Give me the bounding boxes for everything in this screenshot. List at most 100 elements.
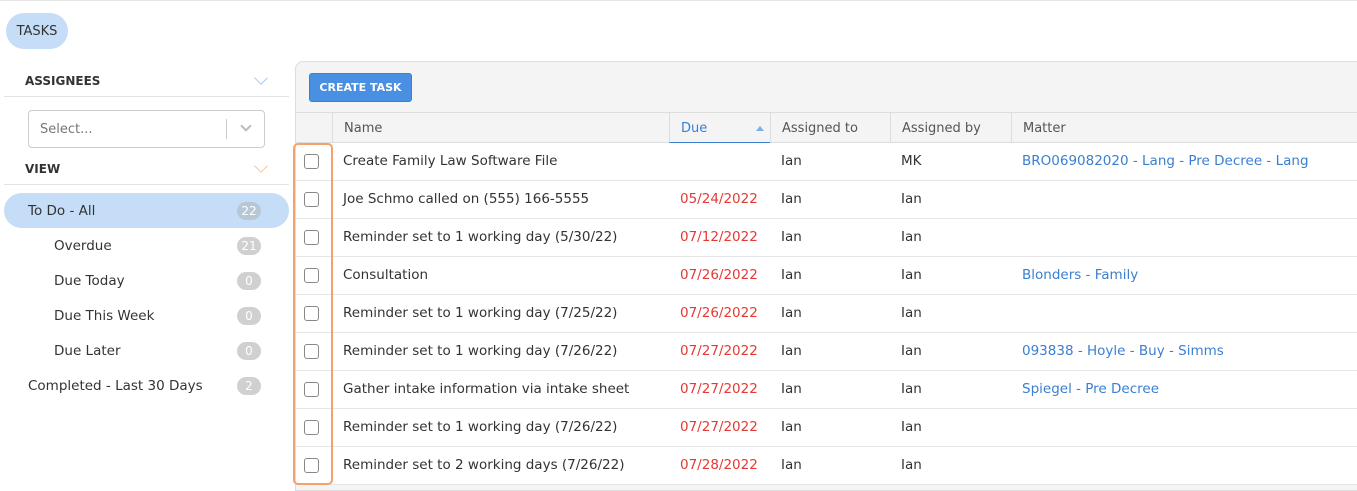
create-task-button[interactable]: CREATE TASK [309, 73, 412, 102]
matter-link[interactable] [1011, 409, 1022, 446]
assigned-to: Ian [781, 267, 802, 283]
chevron-down-icon[interactable] [240, 120, 252, 132]
assigned-to: Ian [781, 343, 802, 359]
assignees-title: ASSIGNEES [25, 74, 101, 88]
assignees-select-placeholder: Select... [40, 122, 93, 137]
assigned-by: Ian [901, 381, 922, 397]
view-item[interactable]: Completed - Last 30 Days 2 [4, 368, 289, 403]
assigned-by: Ian [901, 419, 922, 435]
matter-link[interactable] [1011, 181, 1022, 218]
task-name[interactable]: Reminder set to 1 working day (5/30/22) [332, 219, 617, 256]
table-row[interactable]: Reminder set to 1 working day (7/26/22) 0… [296, 333, 1357, 371]
top-divider [0, 0, 1357, 1]
due-date: 05/24/2022 [680, 191, 758, 207]
table-row[interactable]: Create Family Law Software File Ian MK BRO0… [296, 143, 1357, 181]
task-name[interactable]: Consultation [332, 257, 428, 294]
matter-link[interactable] [1011, 447, 1022, 484]
matter-link[interactable]: Spiegel - Pre Decree [1011, 371, 1159, 408]
due-date: 07/12/2022 [680, 229, 758, 245]
task-checkbox[interactable] [304, 344, 319, 359]
task-checkbox[interactable] [304, 306, 319, 321]
table-row[interactable]: Consultation 07/26/2022 Ian Ian Blonders - F… [296, 257, 1357, 295]
sort-ascending-icon [756, 126, 764, 131]
tab-tasks[interactable]: TASKS [6, 13, 68, 49]
assigned-by: Ian [901, 229, 922, 245]
due-date: 07/28/2022 [680, 457, 758, 473]
due-date: 07/27/2022 [680, 419, 758, 435]
count-badge: 2 [237, 376, 261, 395]
assigned-by: Ian [901, 267, 922, 283]
task-name[interactable]: Joe Schmo called on (555) 166-5555 [332, 181, 589, 218]
assigned-by: Ian [901, 305, 922, 321]
table-row[interactable]: Reminder set to 1 working day (7/26/22) 0… [296, 409, 1357, 447]
assigned-to: Ian [781, 191, 802, 207]
table-row[interactable]: Reminder set to 1 working day (7/25/22) 0… [296, 295, 1357, 333]
column-header-due[interactable]: Due [669, 113, 770, 143]
assigned-by: Ian [901, 343, 922, 359]
assigned-to: Ian [781, 381, 802, 397]
matter-link[interactable]: 093838 - Hoyle - Buy - Simms [1011, 333, 1224, 370]
task-name[interactable]: Gather intake information via intake she… [332, 371, 629, 408]
select-separator [226, 119, 227, 139]
view-item-label: Due Later [54, 342, 121, 359]
task-name[interactable]: Reminder set to 1 working day (7/25/22) [332, 295, 617, 332]
chevron-down-icon[interactable] [254, 159, 268, 173]
table-header: Name Due Assigned to Assigned by Matter [296, 112, 1357, 143]
tasks-panel: CREATE TASK Name Due Assigned to Assigne… [295, 61, 1357, 491]
due-date: 07/27/2022 [680, 381, 758, 397]
view-item-label: Completed - Last 30 Days [28, 377, 203, 394]
view-item-label: Due This Week [54, 307, 155, 324]
column-header-assigned-to[interactable]: Assigned to [770, 113, 890, 143]
due-date: 07/26/2022 [680, 305, 758, 321]
table-row[interactable]: Gather intake information via intake she… [296, 371, 1357, 409]
view-item[interactable]: Due Today 0 [4, 263, 289, 298]
task-name[interactable]: Create Family Law Software File [332, 143, 557, 180]
chevron-down-icon[interactable] [254, 71, 268, 85]
view-item-label: Due Today [54, 272, 125, 289]
view-item[interactable]: To Do - All 22 [4, 193, 289, 228]
view-title: VIEW [25, 162, 61, 176]
tasks-table-body: Create Family Law Software File Ian MK BRO0… [296, 143, 1357, 485]
view-section-header[interactable]: VIEW [4, 152, 289, 185]
assignees-section-header[interactable]: ASSIGNEES [4, 64, 289, 97]
column-header-name[interactable]: Name [332, 113, 669, 143]
task-checkbox[interactable] [304, 230, 319, 245]
assigned-by: MK [901, 153, 922, 169]
count-badge: 0 [237, 271, 261, 290]
task-checkbox[interactable] [304, 268, 319, 283]
count-badge: 0 [237, 341, 261, 360]
matter-link[interactable] [1011, 295, 1022, 332]
column-header-assigned-by[interactable]: Assigned by [890, 113, 1011, 143]
matter-link[interactable]: Blonders - Family [1011, 257, 1138, 294]
task-name[interactable]: Reminder set to 1 working day (7/26/22) [332, 409, 617, 446]
column-header-due-label: Due [681, 121, 708, 136]
count-badge: 22 [237, 201, 261, 220]
assigned-to: Ian [781, 305, 802, 321]
assigned-to: Ian [781, 457, 802, 473]
assignees-select[interactable]: Select... [28, 110, 265, 148]
view-item-label: To Do - All [28, 202, 96, 219]
assigned-by: Ian [901, 457, 922, 473]
task-checkbox[interactable] [304, 192, 319, 207]
column-header-matter[interactable]: Matter [1011, 113, 1357, 143]
view-item[interactable]: Overdue 21 [4, 228, 289, 263]
due-date: 07/27/2022 [680, 343, 758, 359]
due-date: 07/26/2022 [680, 267, 758, 283]
view-item[interactable]: Due This Week 0 [4, 298, 289, 333]
task-name[interactable]: Reminder set to 1 working day (7/26/22) [332, 333, 617, 370]
table-row[interactable]: Reminder set to 1 working day (5/30/22) 0… [296, 219, 1357, 257]
matter-link[interactable]: BRO069082020 - Lang - Pre Decree - Lang [1011, 143, 1309, 180]
task-checkbox[interactable] [304, 382, 319, 397]
task-name[interactable]: Reminder set to 2 working days (7/26/22) [332, 447, 624, 484]
table-row[interactable]: Joe Schmo called on (555) 166-5555 05/24/… [296, 181, 1357, 219]
task-checkbox[interactable] [304, 458, 319, 473]
assigned-to: Ian [781, 229, 802, 245]
task-checkbox[interactable] [304, 420, 319, 435]
task-checkbox[interactable] [304, 154, 319, 169]
assigned-to: Ian [781, 419, 802, 435]
count-badge: 0 [237, 306, 261, 325]
view-item[interactable]: Due Later 0 [4, 333, 289, 368]
matter-link[interactable] [1011, 219, 1022, 256]
table-row[interactable]: Reminder set to 2 working days (7/26/22)… [296, 447, 1357, 485]
count-badge: 21 [237, 236, 261, 255]
